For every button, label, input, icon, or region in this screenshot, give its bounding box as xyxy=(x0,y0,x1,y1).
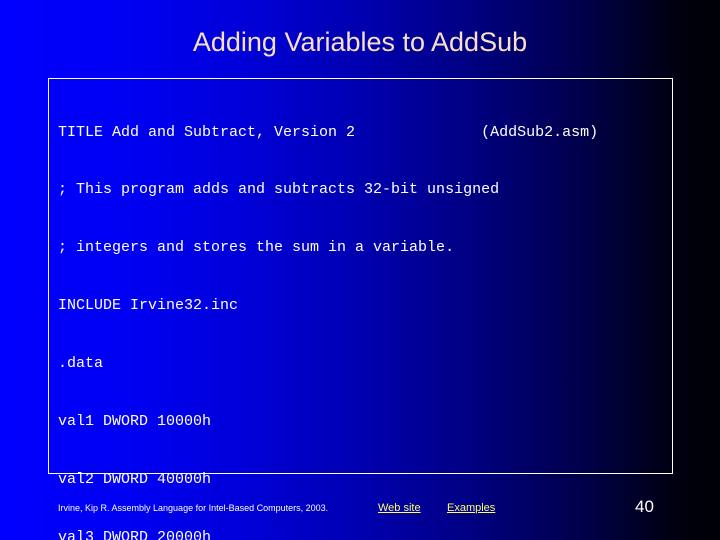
code-line: TITLE Add and Subtract, Version 2 (AddSu… xyxy=(58,123,599,141)
footer-attribution: Irvine, Kip R. Assembly Language for Int… xyxy=(58,503,329,513)
examples-link[interactable]: Examples xyxy=(447,502,495,514)
page-number: 40 xyxy=(635,497,654,516)
code-line: ; integers and stores the sum in a varia… xyxy=(58,239,455,257)
code-line: INCLUDE Irvine32.inc xyxy=(58,297,239,315)
code-line: val3 DWORD 20000h xyxy=(58,528,212,540)
page-title: Adding Variables to AddSub xyxy=(192,27,528,57)
code-line: ; This program adds and subtracts 32-bit… xyxy=(58,181,500,199)
code-line: .data xyxy=(58,355,104,373)
slide-canvas: Adding Variables to AddSub TITLE Add and… xyxy=(0,0,720,540)
code-listing-text: TITLE Add and Subtract, Version 2 (AddSu… xyxy=(58,84,598,540)
code-listing-box: TITLE Add and Subtract, Version 2 (AddSu… xyxy=(48,78,673,540)
web-site-link[interactable]: Web site xyxy=(378,502,421,514)
code-line: val2 DWORD 40000h xyxy=(58,470,212,488)
code-line: val1 DWORD 10000h xyxy=(58,413,212,431)
